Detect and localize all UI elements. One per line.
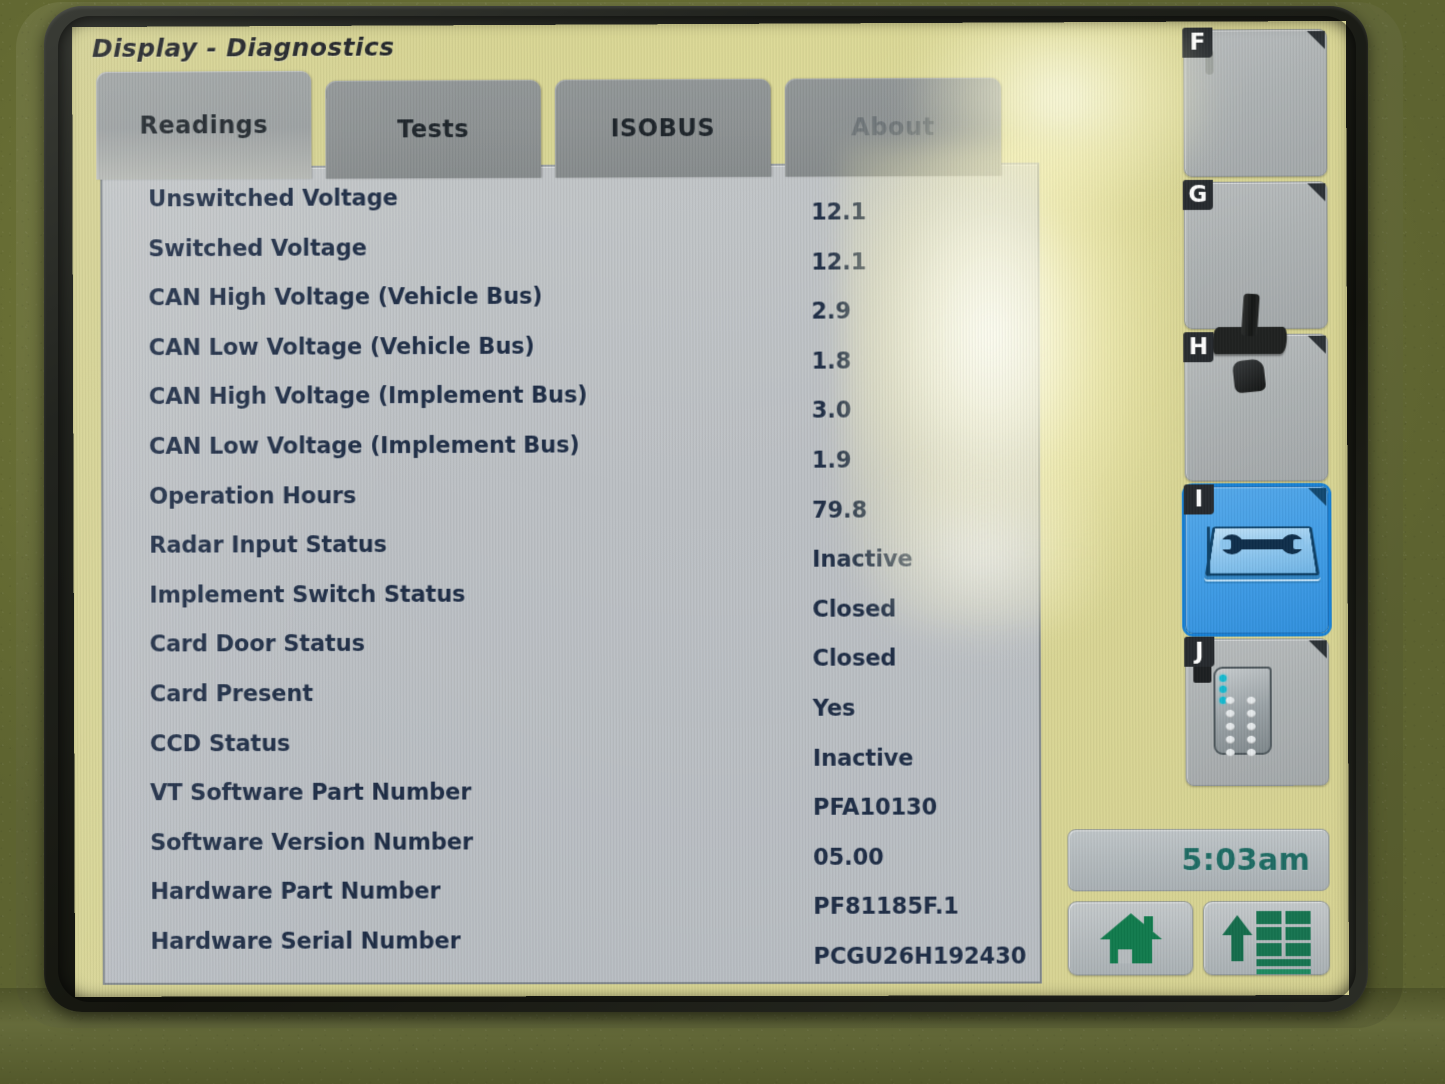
reading-label: CAN Low Voltage (Implement Bus) [148,432,580,460]
reading-label: Implement Switch Status [149,581,466,609]
page-title: Display - Diagnostics [91,32,395,63]
display-icon [1204,49,1306,154]
reading-value: Closed [812,596,897,623]
reading-value: Yes [812,695,856,722]
softkey-j-corner-marker [1308,640,1327,659]
softkey-g-badge: G [1182,179,1213,210]
softkey-i-diagnostics[interactable]: I [1183,484,1329,634]
menu-grid-icon [1222,910,1311,975]
reading-label: Card Present [149,681,314,708]
reading-value: Inactive [812,745,914,772]
softkey-sidebar: F G H I J 5:03am [1055,21,1349,996]
reading-label: Operation Hours [149,482,357,510]
reading-row: Operation Hours 79.8 [103,481,1038,534]
reading-value: PFA10130 [812,794,938,821]
joystick-icon [1206,292,1307,458]
home-icon [1099,913,1162,964]
clock-time: 5:03am [1181,842,1311,878]
softkey-h-corner-marker [1307,335,1326,354]
reading-value: 3.0 [811,397,852,425]
globe-icon [1205,205,1306,306]
readings-panel: Unswitched Voltage 12.1 Switched Voltage 12… [100,162,1042,985]
reading-value: Closed [812,645,897,673]
tab-isobus-label: ISOBUS [610,113,716,143]
reading-label: Card Door Status [149,631,365,658]
softkey-j-keypad[interactable]: J [1184,636,1330,786]
title-bar: Display - Diagnostics [72,22,1061,69]
reading-row: CAN Low Voltage (Implement Bus) 1.9 [103,431,1038,484]
reading-label: CAN High Voltage (Vehicle Bus) [148,283,543,312]
lcd-screen: Display - Diagnostics Readings Tests ISO… [71,20,1349,997]
reading-row: Hardware Serial Number PCGU26H192430 [105,927,1040,978]
softkey-h-badge: H [1183,332,1214,363]
reading-value: PF81185F.1 [813,893,959,921]
home-button[interactable] [1067,901,1194,976]
softkey-f-badge: F [1182,27,1213,58]
tab-about[interactable]: About [784,77,1002,177]
tab-isobus[interactable]: ISOBUS [554,78,771,178]
reading-value: 79.8 [811,497,868,524]
reading-label: CAN Low Voltage (Vehicle Bus) [148,333,535,361]
reading-value: PCGU26H192430 [813,943,1027,970]
reading-label: Switched Voltage [148,235,367,262]
reading-value: 12.1 [811,248,867,276]
reading-value: 1.9 [811,447,852,474]
reading-label: VT Software Part Number [150,779,472,807]
softkey-h-joystick[interactable]: H [1183,292,1329,482]
keypad-icon [1192,662,1308,762]
softkey-j-badge: J [1184,636,1215,667]
reading-row: CAN Low Voltage (Vehicle Bus) 1.8 [103,332,1038,385]
tab-tests[interactable]: Tests [325,79,542,179]
reading-label: Unswitched Voltage [148,185,398,213]
reading-row: Unswitched Voltage 12.1 [102,183,1037,237]
reading-label: Hardware Serial Number [150,928,461,955]
reading-row: CCD Status Inactive [104,729,1039,781]
reading-row: Radar Input Status Inactive [103,530,1038,583]
reading-row: Card Present Yes [104,679,1039,731]
reading-value: 12.1 [811,199,867,226]
reading-row: CAN High Voltage (Vehicle Bus) 2.9 [103,282,1038,336]
reading-row: Hardware Part Number PF81185F.1 [105,878,1040,930]
reading-value: Inactive [812,546,913,573]
reading-label: Software Version Number [150,829,474,856]
tab-tests-label: Tests [397,115,470,144]
reading-label: CCD Status [149,730,291,757]
reading-row: CAN High Voltage (Implement Bus) 3.0 [103,381,1038,434]
softkey-g-corner-marker [1307,183,1326,202]
manual-wrench-icon [1204,510,1320,610]
bottom-button-bar [1058,900,1349,982]
tab-about-label: About [851,112,935,142]
readings-list: Unswitched Voltage 12.1 Switched Voltage 12… [102,165,1040,983]
reading-label: CAN High Voltage (Implement Bus) [148,382,588,411]
reading-row: VT Software Part Number PFA10130 [104,778,1039,830]
softkey-i-corner-marker [1308,488,1327,507]
main-menu-button[interactable] [1203,900,1330,976]
tab-readings-label: Readings [139,111,269,140]
reading-value: 05.00 [813,844,884,871]
softkey-f-corner-marker [1306,30,1325,50]
reading-row: Switched Voltage 12.1 [102,232,1037,286]
reading-value: 1.8 [811,348,852,375]
softkey-i-badge: I [1183,484,1214,515]
tab-readings[interactable]: Readings [96,70,312,180]
reading-row: Implement Switch Status Closed [104,580,1039,633]
softkey-f-display[interactable]: F [1182,27,1328,177]
reading-row: Software Version Number 05.00 [104,828,1039,880]
reading-label: Radar Input Status [149,532,387,559]
reading-row: Card Door Status Closed [104,629,1039,681]
reading-label: Hardware Part Number [150,878,441,906]
clock-display: 5:03am [1067,828,1330,892]
tab-bar: Readings Tests ISOBUS About [96,68,1002,180]
reading-value: 2.9 [811,298,852,325]
